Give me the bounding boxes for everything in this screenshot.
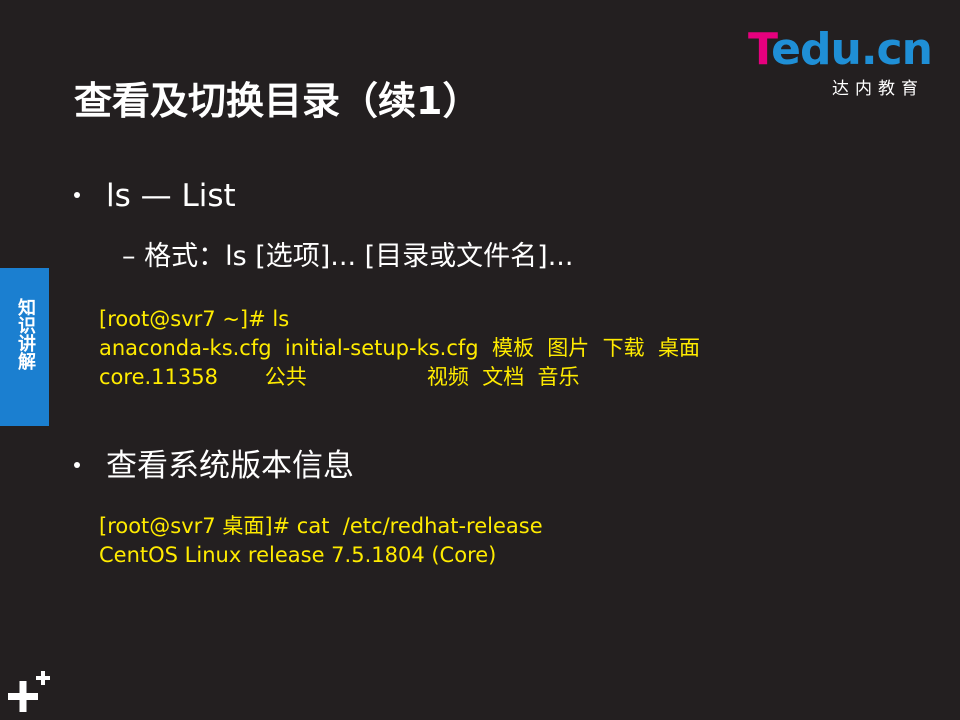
bullet-ls: ls — List: [74, 178, 236, 214]
code-line: [root@svr7 ~]# ls: [99, 307, 290, 331]
logo-t: T: [748, 24, 772, 75]
code-block-release: [root@svr7 桌面]# cat /etc/redhat-release C…: [99, 512, 543, 570]
side-tab-label: 知识讲解: [15, 298, 36, 370]
bullet-dot: [74, 461, 80, 468]
bullet-ls-text: ls — List: [106, 178, 236, 214]
code-line: [root@svr7 桌面]# cat /etc/redhat-release: [99, 514, 543, 538]
side-tab: 知识讲解: [0, 268, 49, 426]
bullet-version-text: 查看系统版本信息: [106, 448, 354, 484]
code-block-ls: [root@svr7 ~]# ls anaconda-ks.cfg initial…: [99, 305, 700, 392]
sub-bullet-format: – 格式：ls [选项]... [目录或文件名]...: [122, 241, 574, 272]
tedu-logo: Tedu.cn 达内教育: [748, 24, 933, 100]
bullet-version: 查看系统版本信息: [74, 440, 354, 485]
slide-title: 查看及切换目录（续1）: [74, 79, 481, 123]
code-line: core.11358 公共 视频 文档 音乐: [99, 365, 580, 389]
logo-rest: edu.cn: [771, 24, 933, 75]
logo-wordmark: Tedu.cn: [748, 24, 933, 75]
plus-icon: [8, 671, 50, 712]
code-line: anaconda-ks.cfg initial-setup-ks.cfg 模板 …: [99, 336, 701, 360]
code-line: CentOS Linux release 7.5.1804 (Core): [99, 543, 497, 567]
logo-subtitle: 达内教育: [832, 79, 924, 99]
bullet-dot: [74, 191, 80, 198]
